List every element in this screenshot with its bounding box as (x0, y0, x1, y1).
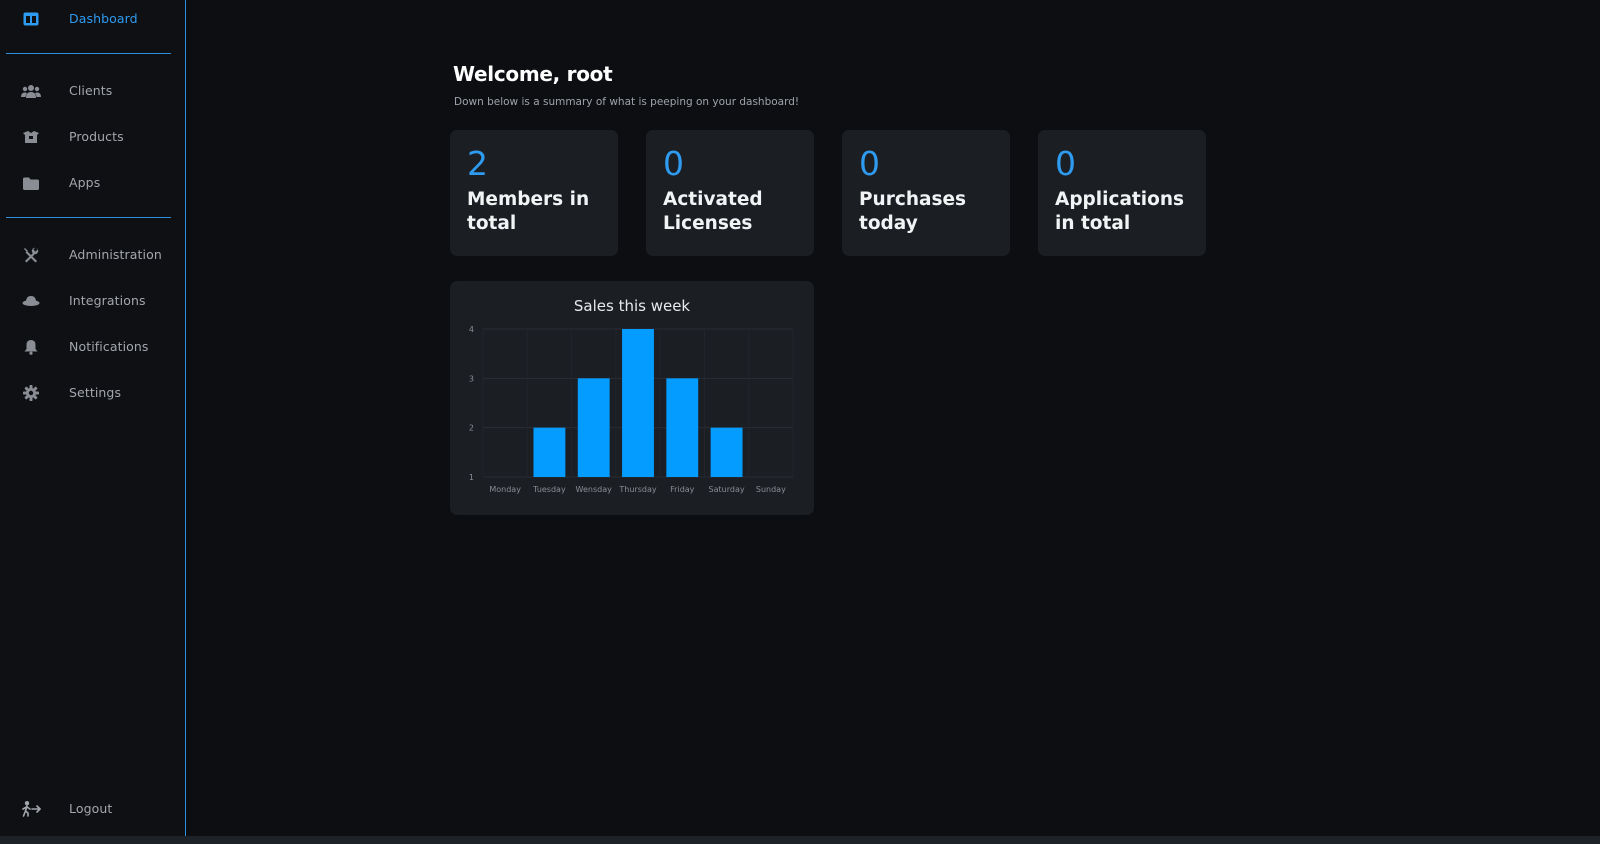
stat-label: Applications in total (1055, 189, 1185, 234)
sidebar-item-label: Integrations (69, 293, 146, 308)
sidebar-item-integrations[interactable]: Integrations (0, 284, 184, 318)
box-icon (21, 128, 41, 146)
chart-x-tick-label: Monday (489, 485, 521, 494)
chart-x-tick-label: Saturday (709, 485, 745, 494)
sidebar-item-clients[interactable]: Clients (0, 74, 184, 108)
sidebar-item-administration[interactable]: Administration (0, 238, 184, 272)
stat-value: 2 (467, 144, 488, 183)
tools-icon (21, 246, 41, 264)
page-subtitle: Down below is a summary of what is peepi… (454, 96, 800, 108)
app-root: Dashboard Clients Products Apps Administ… (0, 0, 1600, 844)
stat-card-purchases: 0 Purchases today (842, 130, 1010, 256)
stat-value: 0 (859, 144, 880, 183)
hat-icon (21, 292, 41, 310)
logout-icon (21, 800, 41, 818)
sidebar-item-settings[interactable]: Settings (0, 376, 184, 410)
sidebar-item-apps[interactable]: Apps (0, 166, 184, 200)
sidebar-divider (6, 217, 171, 218)
chart-y-tick-label: 3 (469, 374, 474, 383)
sidebar-item-label: Apps (69, 175, 101, 190)
chart-bar (666, 378, 699, 477)
logout-button[interactable]: Logout (0, 792, 184, 826)
sidebar-item-label: Clients (69, 83, 113, 98)
sidebar: Dashboard Clients Products Apps Administ… (0, 0, 186, 836)
page-title: Welcome, root (453, 62, 613, 86)
users-icon (21, 82, 41, 100)
sales-chart-panel: Sales this week 1 2 3 4 Monday Tuesday Wensday… (450, 281, 814, 515)
stat-card-licenses: 0 Activated Licenses (646, 130, 814, 256)
sidebar-divider (6, 53, 171, 54)
stat-value: 0 (663, 144, 684, 183)
chart-bar (710, 427, 743, 477)
chart-y-tick-label: 2 (469, 424, 474, 433)
chart-x-tick-label: Wensday (576, 485, 613, 494)
sidebar-item-label: Dashboard (69, 11, 138, 26)
chart-y-tick-label: 4 (469, 325, 474, 334)
sidebar-item-label: Notifications (69, 339, 149, 354)
logout-label: Logout (69, 801, 113, 816)
sales-bar-chart: 1 2 3 4 Monday Tuesday Wensday Thursday Friday Sa… (469, 325, 794, 494)
stat-label: Members in total (467, 189, 590, 234)
sidebar-item-label: Products (69, 129, 124, 144)
sidebar-item-notifications[interactable]: Notifications (0, 330, 184, 364)
chart-x-tick-label: Thursday (618, 485, 656, 494)
chart-bar (533, 427, 566, 477)
chart-x-tick-label: Tuesday (532, 485, 566, 494)
bell-icon (21, 338, 41, 356)
stat-card-applications: 0 Applications in total (1038, 130, 1206, 256)
dashboard-icon (21, 10, 41, 28)
sidebar-item-label: Administration (69, 247, 162, 262)
chart-bar (622, 329, 654, 477)
stat-value: 0 (1055, 144, 1076, 183)
stat-label: Activated Licenses (663, 189, 763, 234)
stat-label: Purchases today (859, 189, 967, 234)
folder-icon (21, 174, 41, 192)
chart-x-tick-label: Sunday (756, 485, 786, 494)
gear-icon (21, 384, 41, 402)
bottom-status-bar (0, 836, 1600, 844)
chart-x-tick-label: Friday (670, 485, 695, 494)
chart-bar (577, 378, 610, 477)
stat-card-members: 2 Members in total (450, 130, 618, 256)
sidebar-item-label: Settings (69, 385, 122, 400)
chart-y-tick-label: 1 (469, 473, 474, 482)
sidebar-item-dashboard[interactable]: Dashboard (0, 2, 184, 36)
sidebar-item-products[interactable]: Products (0, 120, 184, 154)
